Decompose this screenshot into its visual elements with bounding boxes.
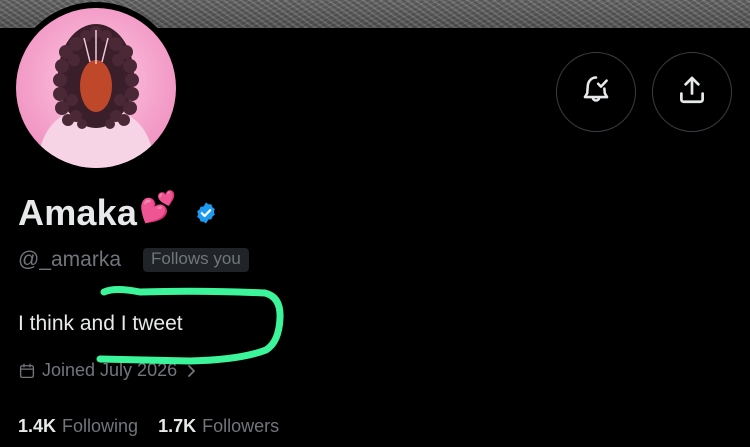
name-row: Amaka 💕 xyxy=(18,190,218,234)
follows-you-badge: Follows you xyxy=(143,248,249,272)
username-handle: @_amarka xyxy=(18,248,122,271)
display-name: Amaka xyxy=(18,192,138,233)
profile-bio: I think and I tweet xyxy=(18,312,183,335)
name-emoji: 💕 xyxy=(139,190,177,224)
following-count: 1.4K xyxy=(18,416,57,436)
profile-page: Amaka 💕 @_amarka Follows you I think and… xyxy=(0,0,750,447)
notify-button[interactable] xyxy=(556,52,636,132)
joined-date: Joined July 2026 xyxy=(42,360,178,380)
avatar[interactable] xyxy=(10,2,182,174)
followers-label: Followers xyxy=(202,416,280,436)
followers-count: 1.7K xyxy=(158,416,197,436)
share-button[interactable] xyxy=(652,52,732,132)
joined-date-row[interactable]: Joined July 2026 xyxy=(18,360,197,381)
followers-link[interactable]: 1.7K Followers xyxy=(158,416,279,437)
verified-badge-icon[interactable] xyxy=(194,201,218,225)
follow-stats: 1.4K Following 1.7K Followers xyxy=(18,416,299,437)
following-label: Following xyxy=(62,416,139,436)
chevron-right-icon xyxy=(185,364,197,378)
following-link[interactable]: 1.4K Following xyxy=(18,416,138,437)
share-upload-icon xyxy=(675,73,709,112)
handle-row: @_amarka Follows you xyxy=(18,248,249,272)
bell-check-icon xyxy=(579,73,613,112)
calendar-icon xyxy=(18,362,36,380)
avatar-image xyxy=(16,8,176,168)
